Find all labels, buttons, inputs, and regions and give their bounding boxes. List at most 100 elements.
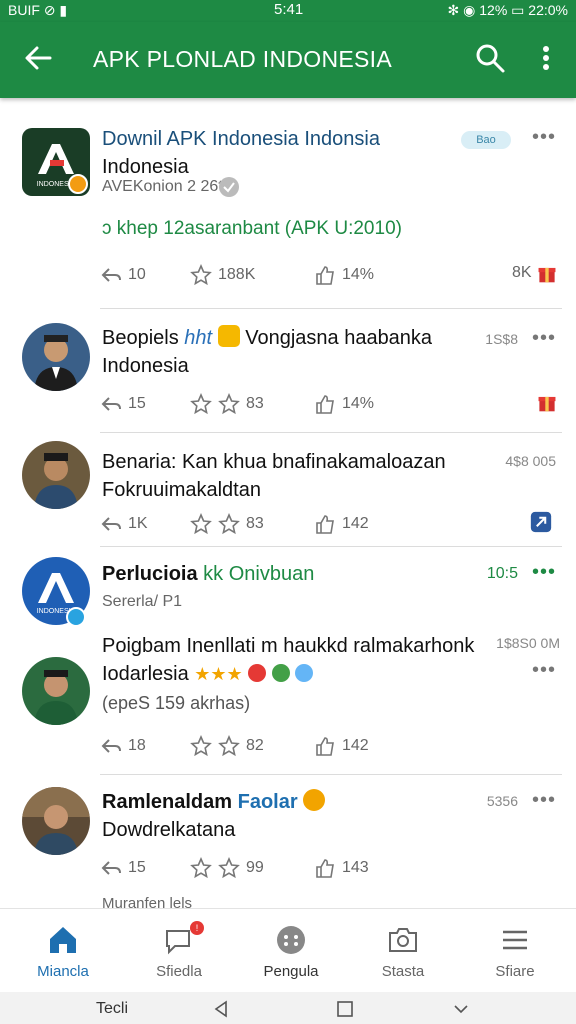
- list-item[interactable]: INDONESIA Downil APK Indonesia Indonsia …: [0, 98, 576, 308]
- post-subtitle: AVEKonion 2 26th: [102, 178, 232, 195]
- share-icon[interactable]: [530, 511, 552, 533]
- nav-games-label: Pengula: [263, 963, 319, 980]
- thumbs-up-icon: [316, 859, 334, 878]
- reply-count: 15: [128, 859, 146, 876]
- back-triangle-icon[interactable]: [212, 1000, 230, 1018]
- comment-menu-icon[interactable]: •••: [532, 659, 556, 682]
- post-menu-icon[interactable]: •••: [532, 789, 556, 812]
- star-icon: [190, 264, 212, 286]
- reply-count: 10: [128, 266, 146, 283]
- star-button[interactable]: 188K: [190, 264, 255, 286]
- chevron-down-icon[interactable]: [452, 1000, 470, 1018]
- reply-button[interactable]: 15: [100, 393, 146, 415]
- star-button[interactable]: 83: [190, 513, 264, 535]
- post-title-accent: kk Onivbuan: [203, 563, 315, 585]
- avatar: [22, 441, 90, 509]
- like-button[interactable]: 14%: [314, 264, 374, 286]
- like-button[interactable]: 142: [314, 735, 369, 757]
- star-icon: [190, 513, 212, 535]
- like-button[interactable]: 14%: [314, 393, 374, 415]
- like-button[interactable]: 142: [314, 513, 369, 535]
- post-actions: 1K 83 142: [100, 511, 570, 539]
- gift-icon[interactable]: [536, 391, 558, 413]
- gift-icon[interactable]: [536, 262, 558, 284]
- list-item[interactable]: Beopiels hht Vongjasna haabanka Indonesi…: [0, 309, 576, 431]
- post-actions: 10 188K 14% 8K: [100, 264, 570, 290]
- post-meta: 1S$8: [485, 331, 518, 347]
- reply-button[interactable]: 18: [100, 735, 146, 757]
- verified-icon: [219, 177, 239, 197]
- star-button[interactable]: 83: [190, 393, 264, 415]
- reply-icon: [101, 861, 121, 875]
- emoji-icon: [217, 325, 240, 347]
- post-body: ↄ khep 12asaranbant (APK U:2010): [102, 218, 402, 239]
- reply-button[interactable]: 10: [100, 264, 146, 286]
- post-actions: 15 83 14%: [100, 393, 570, 419]
- post-title-line2: Dowdrelkatana: [102, 819, 236, 841]
- post-subtitle: Sererla/ P1: [102, 593, 183, 610]
- list-item[interactable]: Benaria: Kan khua bnafinakamaloazan Fokr…: [0, 433, 576, 545]
- post-meta: 10:5: [486, 565, 518, 582]
- feed-list[interactable]: INDONESIA Downil APK Indonesia Indonsia …: [0, 98, 576, 908]
- emoji-icon: [271, 664, 290, 682]
- search-icon[interactable]: [474, 42, 506, 74]
- app-logo-icon: INDONESIA: [22, 128, 90, 196]
- status-time: 5:41: [274, 1, 304, 18]
- post-title-accent: Faolar: [237, 791, 298, 813]
- reply-count: 1K: [128, 515, 148, 532]
- nav-menu[interactable]: Sfiare: [460, 909, 570, 993]
- post-menu-icon[interactable]: •••: [532, 561, 556, 584]
- camera-icon: [389, 928, 417, 952]
- post-menu-icon[interactable]: •••: [532, 327, 556, 350]
- star-count: 99: [246, 859, 264, 876]
- reply-button[interactable]: 1K: [100, 513, 148, 535]
- nav-games[interactable]: Pengula: [236, 909, 346, 993]
- star-button[interactable]: 82: [190, 735, 264, 757]
- list-item[interactable]: INDONESIA Perlucioia kk Onivbuan Sererla…: [0, 547, 576, 773]
- back-arrow-icon[interactable]: [22, 42, 54, 74]
- post-title: Ramlenaldam: [102, 791, 233, 813]
- comment-subtitle: (epeS 159 akrhas): [102, 693, 251, 713]
- reply-icon: [101, 517, 121, 531]
- like-count: 143: [342, 859, 369, 876]
- page-title: APK PLONLAD INDONESIA: [93, 46, 392, 72]
- nav-home[interactable]: Miancla: [8, 909, 118, 993]
- home-square-icon[interactable]: [336, 1000, 354, 1018]
- star-icon: [190, 857, 212, 879]
- thumbs-up-icon: [316, 737, 334, 756]
- comment-title-line2: Iodarlesia: [102, 663, 189, 685]
- avatar: [22, 657, 90, 725]
- thumbs-up-icon: [316, 395, 334, 414]
- reply-icon: [101, 397, 121, 411]
- avatar: [22, 787, 90, 855]
- more-vert-icon[interactable]: [532, 42, 560, 74]
- extra-count-label: 8K: [512, 264, 532, 281]
- post-title-rest: Vongjasna haabanka: [245, 327, 433, 349]
- list-item[interactable]: Ramlenaldam Faolar Dowdrelkatana 5356 ••…: [0, 775, 576, 908]
- nav-camera[interactable]: Stasta: [348, 909, 458, 993]
- status-right: ✻ ◉ 12% ▭ 22:0%: [447, 2, 568, 18]
- emoji-icon: [248, 664, 267, 682]
- reply-icon: [101, 268, 121, 282]
- post-menu-icon[interactable]: •••: [532, 126, 556, 149]
- star-count: 83: [246, 515, 264, 532]
- extra-count: 8K: [512, 264, 532, 282]
- post-title-line2: Indonesia: [102, 156, 189, 178]
- comment-title: Poigbam Inenllati m haukkd ralmakarhonk: [102, 635, 475, 657]
- nav-chat[interactable]: ! Sfiedla: [124, 909, 234, 993]
- post-title-line2: Fokruuimakaldtan: [102, 479, 261, 501]
- nav-camera-label: Stasta: [381, 963, 425, 980]
- reply-button[interactable]: 15: [100, 857, 146, 879]
- like-button[interactable]: 143: [314, 857, 369, 879]
- status-badge: Bao: [461, 131, 511, 149]
- post-meta: 4$8 005: [505, 453, 556, 469]
- post-title: Perlucioia: [102, 563, 198, 585]
- star-icon: [190, 735, 212, 757]
- post-actions: 15 99 143: [100, 857, 570, 883]
- star-icon: [218, 735, 240, 757]
- nav-chat-label: Sfiedla: [156, 963, 202, 980]
- post-title: Beopiels: [102, 327, 179, 349]
- reply-icon: [101, 739, 121, 753]
- star-icon: [218, 513, 240, 535]
- star-button[interactable]: 99: [190, 857, 264, 879]
